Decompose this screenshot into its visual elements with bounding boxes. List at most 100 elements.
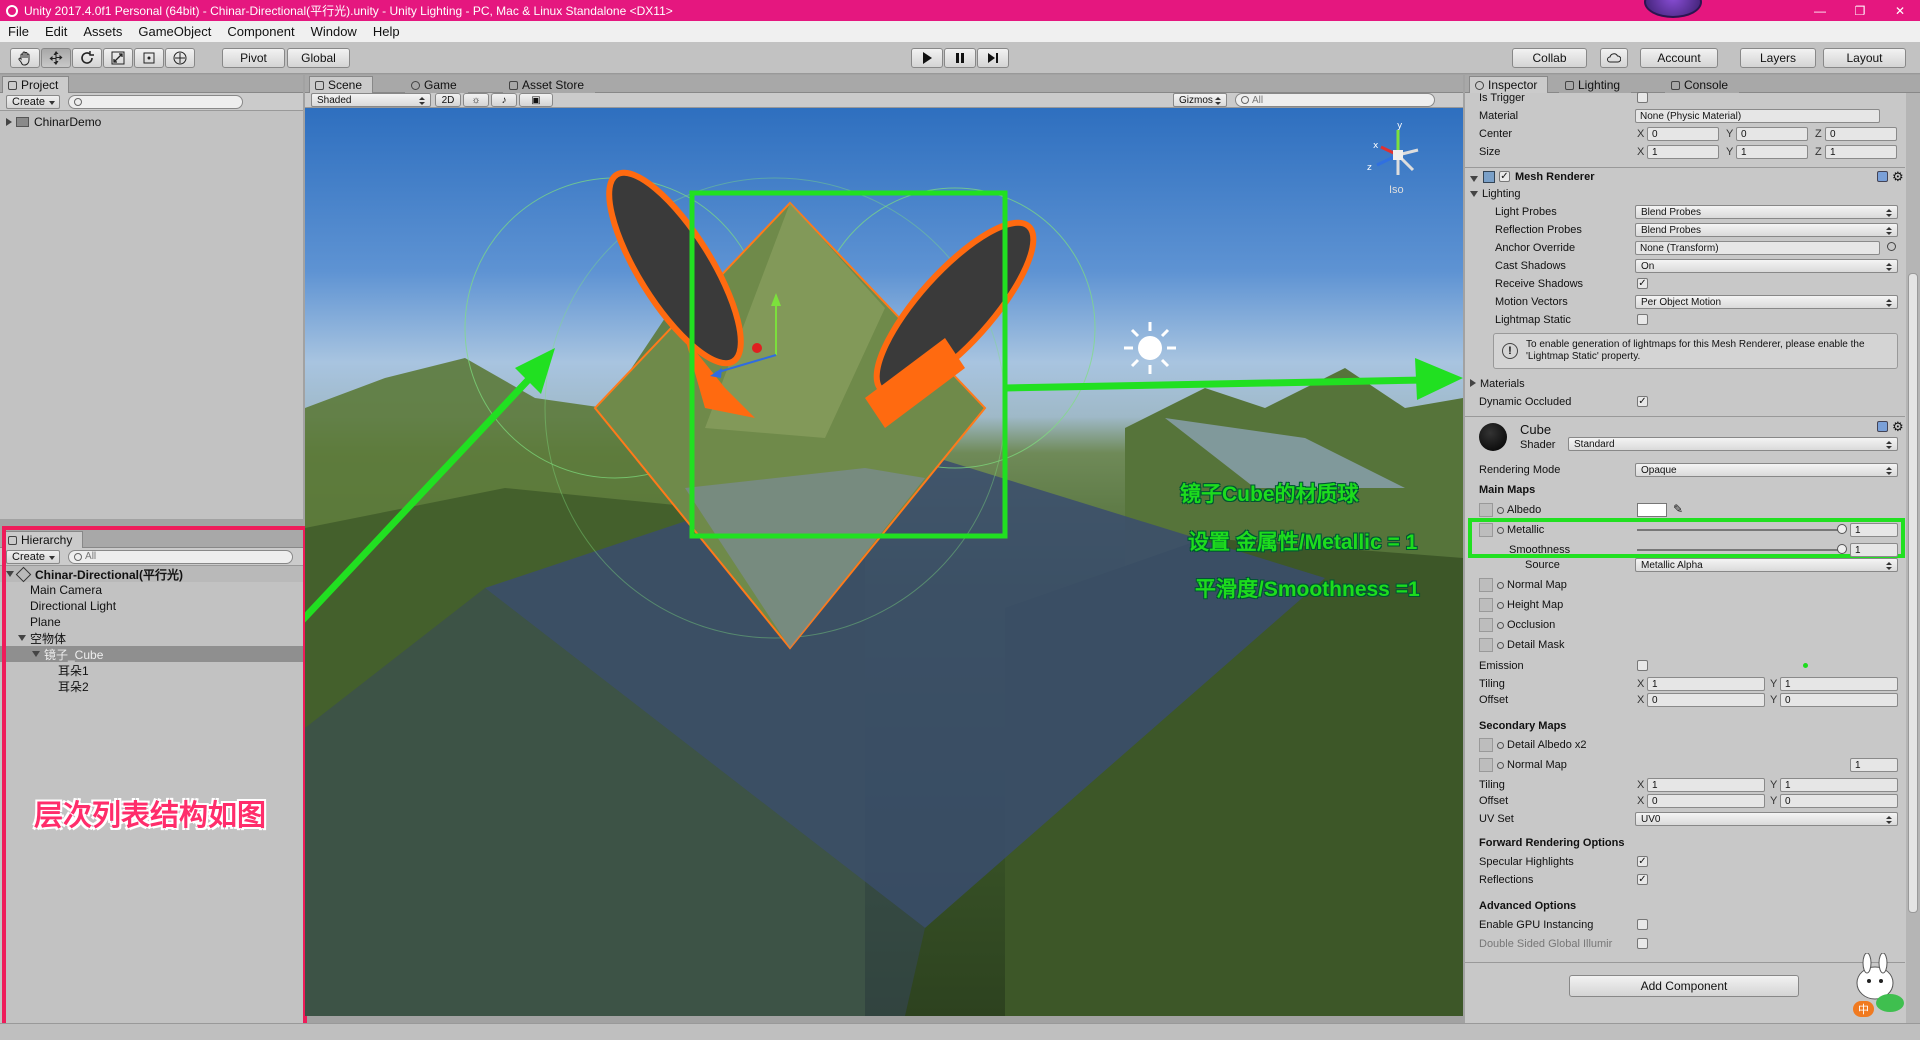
shading-mode-dropdown[interactable]: Shaded <box>311 93 431 107</box>
secondary-normal-map-slot[interactable] <box>1479 758 1493 772</box>
albedo-texture-slot[interactable] <box>1479 503 1493 517</box>
normal-map-slot[interactable] <box>1479 578 1493 592</box>
secondary-normal-scale-field[interactable]: 1 <box>1850 758 1898 772</box>
hierarchy-item-ear2[interactable]: 耳朵2 <box>0 678 303 694</box>
tiling2-y-field[interactable]: 1 <box>1780 778 1898 792</box>
lightmap-static-checkbox[interactable] <box>1637 314 1648 325</box>
menu-gameobject[interactable]: GameObject <box>138 24 211 39</box>
offset-x-field[interactable]: 0 <box>1647 693 1765 707</box>
rect-tool-button[interactable] <box>134 48 164 68</box>
2d-toggle[interactable]: 2D <box>435 93 461 107</box>
tab-asset-store[interactable]: Asset Store <box>503 76 596 93</box>
pivot-toggle[interactable]: Pivot <box>222 48 285 68</box>
dynamic-occluded-checkbox[interactable]: ✓ <box>1637 396 1648 407</box>
height-map-slot[interactable] <box>1479 598 1493 612</box>
size-y-field[interactable]: 1 <box>1736 145 1808 159</box>
hierarchy-item-mirror-cube[interactable]: 镜子_Cube <box>0 646 303 662</box>
menu-edit[interactable]: Edit <box>45 24 67 39</box>
scene-viewport[interactable]: y x z Iso 镜子Cube的材质球 设置 金属性/Metallic = 1… <box>305 108 1463 1016</box>
hierarchy-item-empty-object[interactable]: 空物体 <box>0 630 303 646</box>
offset-y-field[interactable]: 0 <box>1780 693 1898 707</box>
albedo-color-swatch[interactable] <box>1637 503 1667 517</box>
offset2-y-field[interactable]: 0 <box>1780 794 1898 808</box>
metallic-texture-slot[interactable] <box>1479 523 1493 537</box>
material-gear-icon[interactable]: ⚙ <box>1892 419 1904 435</box>
center-x-field[interactable]: 0 <box>1647 127 1719 141</box>
hierarchy-item-plane[interactable]: Plane <box>0 614 303 630</box>
hierarchy-search-input[interactable]: All <box>68 549 294 564</box>
global-toggle[interactable]: Global <box>287 48 350 68</box>
hierarchy-create-button[interactable]: Create <box>6 549 61 564</box>
orientation-gizmo[interactable]: y x z Iso <box>1363 120 1433 200</box>
scene-lighting-toggle[interactable]: ☼ <box>463 93 489 107</box>
tab-game[interactable]: Game <box>405 76 468 93</box>
tiling2-x-field[interactable]: 1 <box>1647 778 1765 792</box>
emission-checkbox[interactable] <box>1637 660 1648 671</box>
gpu-instancing-checkbox[interactable] <box>1637 919 1648 930</box>
smoothness-value-field[interactable]: 1 <box>1850 543 1898 557</box>
detail-albedo-slot[interactable] <box>1479 738 1493 752</box>
metallic-value-field[interactable]: 1 <box>1850 523 1898 537</box>
metallic-slider-track[interactable] <box>1637 529 1842 531</box>
menu-file[interactable]: File <box>8 24 29 39</box>
gizmos-dropdown[interactable]: Gizmos <box>1173 93 1227 107</box>
project-create-button[interactable]: Create <box>6 94 61 109</box>
tiling-x-field[interactable]: 1 <box>1647 677 1765 691</box>
project-folder-chinardemo[interactable]: ChinarDemo <box>0 114 303 130</box>
hierarchy-scene-row[interactable]: Chinar-Directional(平行光) <box>0 566 303 582</box>
play-button[interactable] <box>911 48 943 68</box>
size-z-field[interactable]: 1 <box>1825 145 1897 159</box>
project-search-input[interactable] <box>68 94 244 109</box>
close-button[interactable]: ✕ <box>1880 0 1920 21</box>
smoothness-slider-track[interactable] <box>1637 549 1842 551</box>
center-z-field[interactable]: 0 <box>1825 127 1897 141</box>
hierarchy-item-directional-light[interactable]: Directional Light <box>0 598 303 614</box>
cast-shadows-dropdown[interactable]: On <box>1635 259 1898 273</box>
specular-highlights-checkbox[interactable]: ✓ <box>1637 856 1648 867</box>
center-y-field[interactable]: 0 <box>1736 127 1808 141</box>
occlusion-slot[interactable] <box>1479 618 1493 632</box>
size-x-field[interactable]: 1 <box>1647 145 1719 159</box>
scene-effects-dropdown[interactable]: ▣ <box>519 93 553 107</box>
double-sided-gi-checkbox[interactable] <box>1637 938 1648 949</box>
account-dropdown[interactable]: Account <box>1640 48 1718 68</box>
reflection-probes-dropdown[interactable]: Blend Probes <box>1635 223 1898 237</box>
layout-dropdown[interactable]: Layout <box>1823 48 1906 68</box>
help-icon[interactable] <box>1877 171 1888 182</box>
material-header[interactable]: Cube Shader Standard ⚙ <box>1465 416 1905 454</box>
offset2-x-field[interactable]: 0 <box>1647 794 1765 808</box>
hierarchy-item-ear1[interactable]: 耳朵1 <box>0 662 303 678</box>
minimize-button[interactable]: — <box>1800 0 1840 21</box>
lighting-foldout[interactable]: Lighting <box>1465 185 1905 203</box>
is-trigger-checkbox[interactable] <box>1637 92 1648 103</box>
tab-hierarchy[interactable]: Hierarchy <box>2 531 84 548</box>
motion-vectors-dropdown[interactable]: Per Object Motion <box>1635 295 1898 309</box>
menu-component[interactable]: Component <box>227 24 294 39</box>
pause-button[interactable] <box>944 48 976 68</box>
uv-set-dropdown[interactable]: UV0 <box>1635 812 1898 826</box>
tiling-y-field[interactable]: 1 <box>1780 677 1898 691</box>
rotate-tool-button[interactable] <box>72 48 102 68</box>
receive-shadows-checkbox[interactable]: ✓ <box>1637 278 1648 289</box>
cloud-button[interactable] <box>1600 48 1628 68</box>
gear-icon[interactable]: ⚙ <box>1892 169 1904 185</box>
shader-dropdown[interactable]: Standard <box>1568 437 1898 451</box>
menu-assets[interactable]: Assets <box>83 24 122 39</box>
move-tool-button[interactable] <box>41 48 71 68</box>
source-dropdown[interactable]: Metallic Alpha <box>1635 558 1898 572</box>
collab-dropdown[interactable]: Collab <box>1512 48 1587 68</box>
mesh-renderer-enabled-checkbox[interactable]: ✓ <box>1499 171 1510 182</box>
materials-foldout[interactable]: Materials <box>1465 375 1905 393</box>
step-button[interactable] <box>977 48 1009 68</box>
tab-project[interactable]: Project <box>2 76 70 93</box>
hand-tool-button[interactable] <box>10 48 40 68</box>
material-help-icon[interactable] <box>1877 421 1888 432</box>
inspector-scroll-thumb[interactable] <box>1908 273 1918 913</box>
anchor-override-field[interactable]: None (Transform) <box>1635 241 1880 255</box>
maximize-button[interactable]: ❐ <box>1840 0 1880 21</box>
reflections-checkbox[interactable]: ✓ <box>1637 874 1648 885</box>
smoothness-slider-knob[interactable] <box>1837 544 1847 554</box>
light-probes-dropdown[interactable]: Blend Probes <box>1635 205 1898 219</box>
scene-search-input[interactable]: All <box>1235 93 1435 107</box>
transform-tool-button[interactable] <box>165 48 195 68</box>
